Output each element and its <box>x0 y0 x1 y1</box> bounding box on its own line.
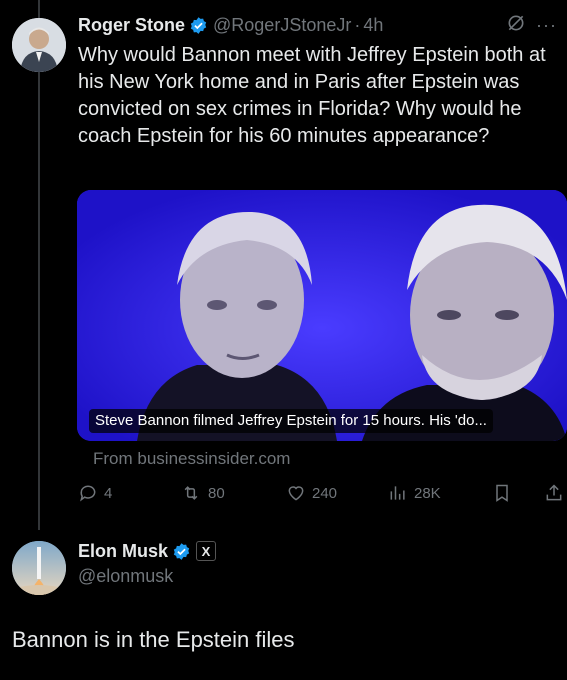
separator-dot: · <box>354 14 361 35</box>
tweet2-author-name[interactable]: Elon Musk <box>78 541 168 562</box>
tweet2-text: Bannon is in the Epstein files <box>12 627 295 652</box>
tweet1-timestamp[interactable]: 4h <box>363 15 383 36</box>
elon-musk-avatar[interactable] <box>12 541 66 595</box>
link-preview-card[interactable]: Steve Bannon filmed Jeffrey Epstein for … <box>77 190 567 441</box>
roger-stone-avatar[interactable] <box>12 18 66 72</box>
repost-button[interactable]: 80 <box>180 483 225 503</box>
tweet1-text: Why would Bannon meet with Jeffrey Epste… <box>78 44 546 147</box>
grok-icon[interactable] <box>506 13 526 38</box>
views-icon <box>388 483 408 503</box>
share-button[interactable] <box>544 483 564 503</box>
card-caption: Steve Bannon filmed Jeffrey Epstein for … <box>89 409 493 433</box>
card-image <box>77 190 567 441</box>
reply-count: 4 <box>104 484 113 502</box>
like-count: 240 <box>312 484 338 502</box>
share-icon <box>544 483 564 503</box>
thread-connector-line <box>38 0 40 530</box>
bookmark-button[interactable] <box>492 483 512 503</box>
like-button[interactable]: 240 <box>286 483 337 503</box>
repost-count: 80 <box>208 484 225 502</box>
views-button[interactable]: 28K <box>388 483 441 503</box>
x-affiliation-badge: X <box>196 541 217 561</box>
repost-icon <box>180 483 202 503</box>
bookmark-icon <box>492 483 512 503</box>
reply-icon <box>78 483 98 503</box>
heart-icon <box>286 483 306 503</box>
tweet2-header: Elon Musk X <box>78 539 217 563</box>
tweet1-author-name[interactable]: Roger Stone <box>78 15 185 36</box>
tweet1-action-bar: 4 80 240 28K <box>78 483 567 507</box>
verified-badge-icon <box>172 542 191 561</box>
verified-badge-icon <box>189 16 208 35</box>
more-options-icon[interactable]: ··· <box>536 16 557 34</box>
tweet2-author-handle[interactable]: @elonmusk <box>78 566 173 587</box>
tweet1-header: Roger Stone @RogerJStoneJr · 4h ··· <box>78 12 557 38</box>
views-count: 28K <box>414 484 441 502</box>
reply-button[interactable]: 4 <box>78 483 112 503</box>
tweet1-author-handle[interactable]: @RogerJStoneJr <box>213 15 351 36</box>
card-source-link[interactable]: From businessinsider.com <box>93 449 290 469</box>
